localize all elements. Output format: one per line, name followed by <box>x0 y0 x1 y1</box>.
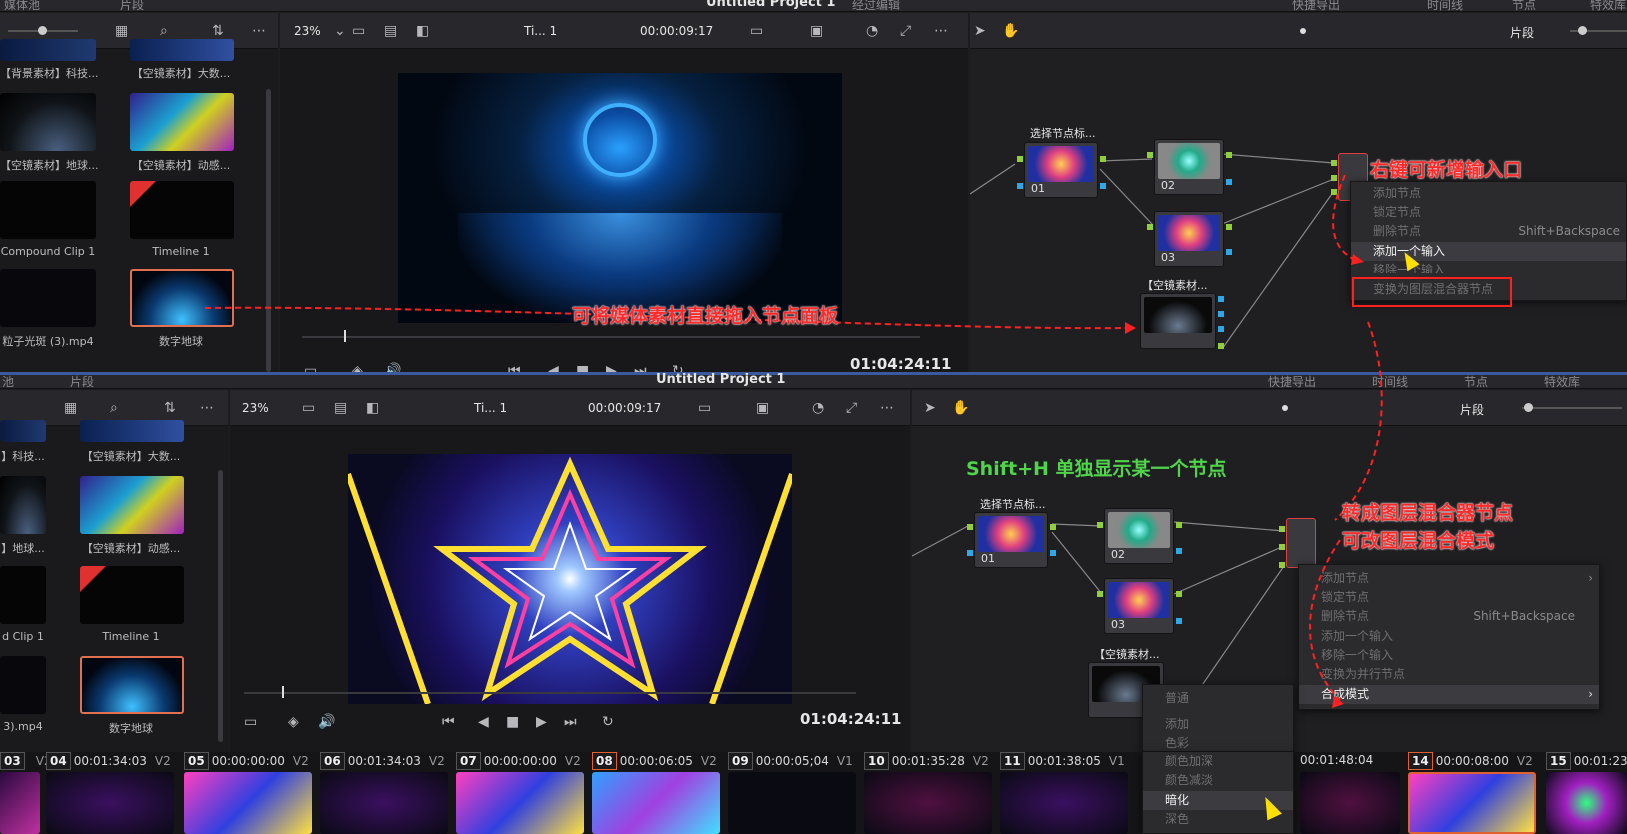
annotation-arrows <box>204 174 1383 708</box>
layer-mixer-hint-line1: 转成图层混合器节点 <box>1342 502 1514 524</box>
shift-h-hint-annotation: Shift+H 单独显示某一个节点 <box>966 458 1227 480</box>
screenshot-root: 媒体池 片段 Untitled Project 1 经过编辑 快捷导出 时间线 … <box>0 0 1627 834</box>
drag-hint-annotation: 可将媒体素材直接拖入节点面板 <box>572 305 839 327</box>
blend-color-burn[interactable]: 颜色加深 <box>1143 752 1293 771</box>
right-click-hint-annotation: 右键可新增输入口 <box>1370 159 1523 181</box>
layer-mixer-hint-line2: 可改图层混合模式 <box>1342 530 1495 552</box>
blend-color-dodge[interactable]: 颜色减淡 <box>1143 771 1293 790</box>
